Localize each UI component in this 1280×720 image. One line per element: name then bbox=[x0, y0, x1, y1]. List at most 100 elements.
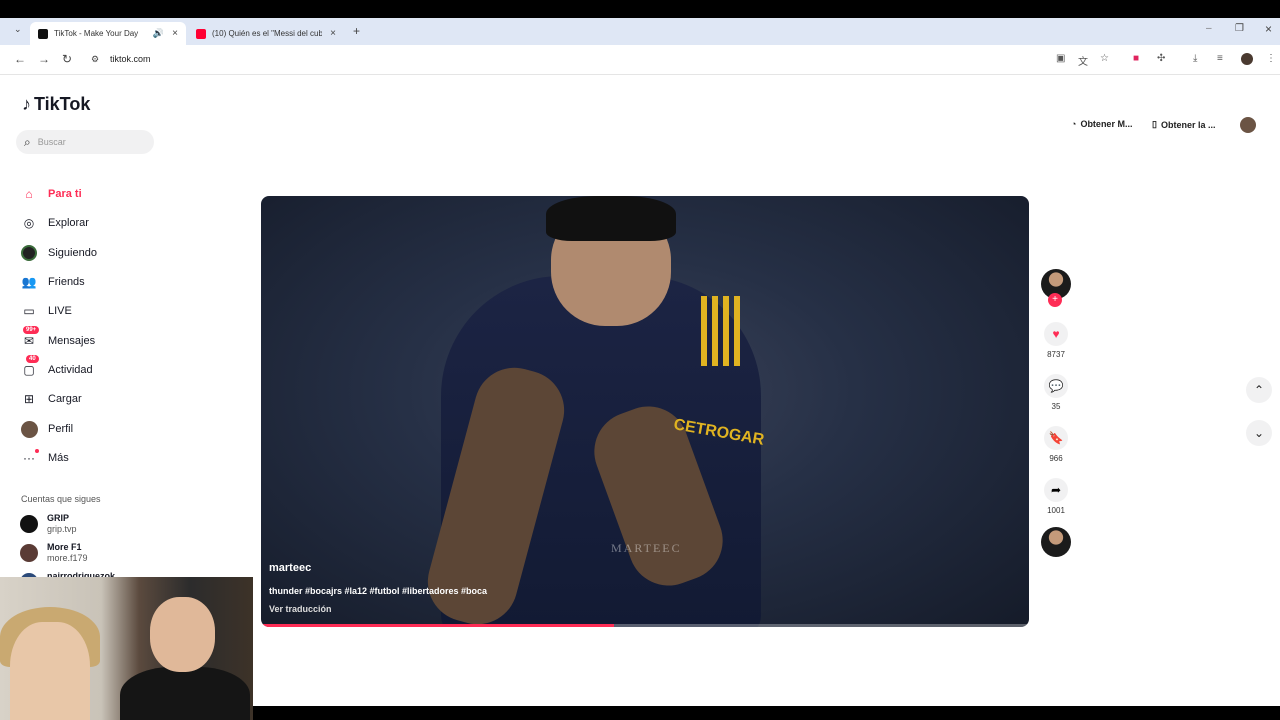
extension-icon[interactable]: ■ bbox=[1133, 53, 1139, 64]
profile-avatar[interactable] bbox=[1241, 53, 1253, 65]
tiktok-logo[interactable]: ♪ TikTok bbox=[22, 94, 90, 115]
more-icon: ··· bbox=[20, 449, 39, 467]
sidebar-item-label: Perfil bbox=[48, 423, 74, 435]
search-icon: ⌕ bbox=[24, 134, 31, 149]
back-icon[interactable]: ← bbox=[14, 52, 26, 66]
restore-icon[interactable]: ❐ bbox=[1235, 23, 1244, 34]
forward-icon[interactable]: → bbox=[38, 52, 50, 66]
sidebar-item-actividad[interactable]: ▢ 40 Actividad bbox=[20, 355, 93, 381]
live-icon: ▭ bbox=[23, 304, 35, 318]
video-progress-bar[interactable] bbox=[261, 624, 1029, 627]
address-bar: ← → ↻ ⚙ tiktok.com ▣ 文 ☆ ■ ✣ ⤓ ≡ ⋮ bbox=[0, 45, 1280, 75]
translate-icon[interactable]: 文 bbox=[1078, 53, 1088, 68]
streamer-person bbox=[150, 597, 215, 672]
tab-title: (10) Quién es el "Messi del cub bbox=[212, 29, 322, 38]
sidebar-item-label: Para ti bbox=[48, 188, 82, 200]
sidebar-item-mensajes[interactable]: ✉ 99+ Mensajes bbox=[20, 326, 96, 352]
get-coins-button[interactable]: ◔ Obtener M... bbox=[1071, 119, 1132, 129]
account-handle: more.f179 bbox=[47, 553, 88, 563]
video-hashtags[interactable]: thunder #bocajrs #la12 #futbol #libertad… bbox=[269, 586, 487, 596]
sidebar-item-label: Mensajes bbox=[48, 335, 96, 347]
share-button[interactable]: ➦ 1001 bbox=[1040, 478, 1072, 515]
site-info-icon[interactable]: ⚙ bbox=[91, 54, 99, 65]
sidebar-item-cargar[interactable]: ⊞ Cargar bbox=[20, 388, 82, 410]
sidebar-item-friends[interactable]: 👥 Friends bbox=[20, 271, 85, 293]
author-avatar-button[interactable]: + bbox=[1040, 269, 1072, 307]
jersey-stripes bbox=[701, 296, 741, 366]
share-count: 1001 bbox=[1047, 506, 1065, 515]
tiktok-favicon-icon bbox=[38, 28, 48, 39]
heart-icon: ♥ bbox=[1044, 322, 1068, 346]
save-button[interactable]: 🔖 966 bbox=[1040, 426, 1072, 463]
browser-menu-icon[interactable]: ⋮ bbox=[1266, 53, 1276, 64]
download-icon[interactable]: ⤓ bbox=[1193, 53, 1197, 64]
share-icon: ➦ bbox=[1044, 478, 1068, 502]
sidebar-item-siguiendo[interactable]: Siguiendo bbox=[20, 242, 97, 264]
following-header: Cuentas que sigues bbox=[21, 494, 101, 504]
sidebar-item-mas[interactable]: ··· Más bbox=[20, 447, 69, 469]
chevron-up-icon: ⌃ bbox=[1253, 383, 1265, 397]
like-button[interactable]: ♥ 8737 bbox=[1040, 322, 1072, 359]
tab-tiktok[interactable]: TikTok - Make Your Day 🔊 × bbox=[30, 22, 186, 45]
next-video-button[interactable]: ⌄ bbox=[1246, 420, 1272, 446]
previous-video-button[interactable]: ⌃ bbox=[1246, 377, 1272, 403]
sidebar-item-live[interactable]: ▭ LIVE bbox=[20, 300, 72, 322]
friends-icon: 👥 bbox=[21, 275, 37, 289]
sidebar-item-label: Actividad bbox=[48, 364, 93, 376]
new-tab-icon[interactable]: + bbox=[353, 24, 360, 38]
sidebar-item-label: Cargar bbox=[48, 393, 82, 405]
sidebar-item-label: Más bbox=[48, 452, 69, 464]
messages-badge: 99+ bbox=[23, 326, 40, 334]
sidebar-item-explorar[interactable]: ◎ Explorar bbox=[20, 212, 89, 234]
chevron-down-icon: ⌄ bbox=[1253, 426, 1265, 440]
following-avatar-icon bbox=[20, 244, 38, 262]
sidebar-item-label: Explorar bbox=[48, 217, 89, 229]
activity-badge: 40 bbox=[26, 355, 39, 363]
install-icon[interactable]: ▣ bbox=[1056, 53, 1065, 64]
tab-title: TikTok - Make Your Day bbox=[54, 29, 139, 38]
account-name: GRIP bbox=[47, 513, 70, 523]
video-progress-fill bbox=[261, 624, 615, 627]
avatar bbox=[20, 544, 38, 562]
activity-icon: ▢ 40 bbox=[20, 355, 39, 379]
video-player[interactable]: CETROGAR MARTEEC marteec thunder #bocajr… bbox=[261, 196, 1029, 627]
bookmark-star-icon[interactable]: ☆ bbox=[1100, 53, 1109, 64]
close-tab-icon[interactable]: × bbox=[330, 28, 336, 39]
compass-icon: ◎ bbox=[23, 216, 35, 230]
video-watermark: MARTEEC bbox=[611, 541, 682, 555]
player-hair bbox=[546, 196, 676, 241]
translate-link[interactable]: Ver traducción bbox=[269, 604, 332, 614]
get-app-button[interactable]: ▯ Obtener la ... bbox=[1152, 119, 1215, 130]
tab-strip: ⌄ TikTok - Make Your Day 🔊 × (10) Quién … bbox=[0, 18, 1280, 45]
webcam-overlay bbox=[0, 577, 253, 720]
streamer-person bbox=[10, 622, 90, 720]
minimize-icon[interactable]: – bbox=[1206, 23, 1212, 34]
sound-avatar-button[interactable] bbox=[1040, 527, 1072, 557]
tab-search-icon[interactable]: ⌄ bbox=[14, 24, 22, 35]
media-icon[interactable]: ≡ bbox=[1217, 53, 1223, 64]
reload-icon[interactable]: ↻ bbox=[62, 52, 72, 66]
close-tab-icon[interactable]: × bbox=[172, 28, 178, 39]
following-account[interactable]: GRIP grip.tvp bbox=[20, 513, 77, 535]
extensions-puzzle-icon[interactable]: ✣ bbox=[1157, 53, 1165, 64]
sidebar-item-perfil[interactable]: Perfil bbox=[20, 418, 73, 440]
user-avatar[interactable] bbox=[1240, 117, 1256, 133]
comment-button[interactable]: 💬 35 bbox=[1040, 374, 1072, 411]
phone-icon: ▯ bbox=[1152, 119, 1157, 129]
sidebar-item-label: Siguiendo bbox=[48, 247, 97, 259]
coins-icon: ◔ bbox=[1071, 119, 1077, 129]
sidebar-item-para-ti[interactable]: ⌂ Para ti bbox=[20, 183, 82, 205]
like-count: 8737 bbox=[1047, 350, 1065, 359]
notification-dot bbox=[35, 449, 39, 453]
video-author[interactable]: marteec bbox=[269, 562, 311, 574]
following-account[interactable]: More F1 more.f179 bbox=[20, 542, 88, 564]
sidebar-item-label: LIVE bbox=[48, 305, 72, 317]
url-field[interactable]: tiktok.com bbox=[110, 54, 151, 64]
audio-icon[interactable]: 🔊 bbox=[153, 28, 164, 39]
follow-plus-icon[interactable]: + bbox=[1048, 293, 1062, 307]
tiktok-note-icon: ♪ bbox=[22, 94, 31, 114]
search-input[interactable]: ⌕ Buscar bbox=[16, 130, 154, 154]
close-window-icon[interactable]: × bbox=[1265, 22, 1272, 36]
comment-count: 35 bbox=[1051, 402, 1061, 411]
tab-youtube[interactable]: (10) Quién es el "Messi del cub × bbox=[188, 22, 344, 45]
